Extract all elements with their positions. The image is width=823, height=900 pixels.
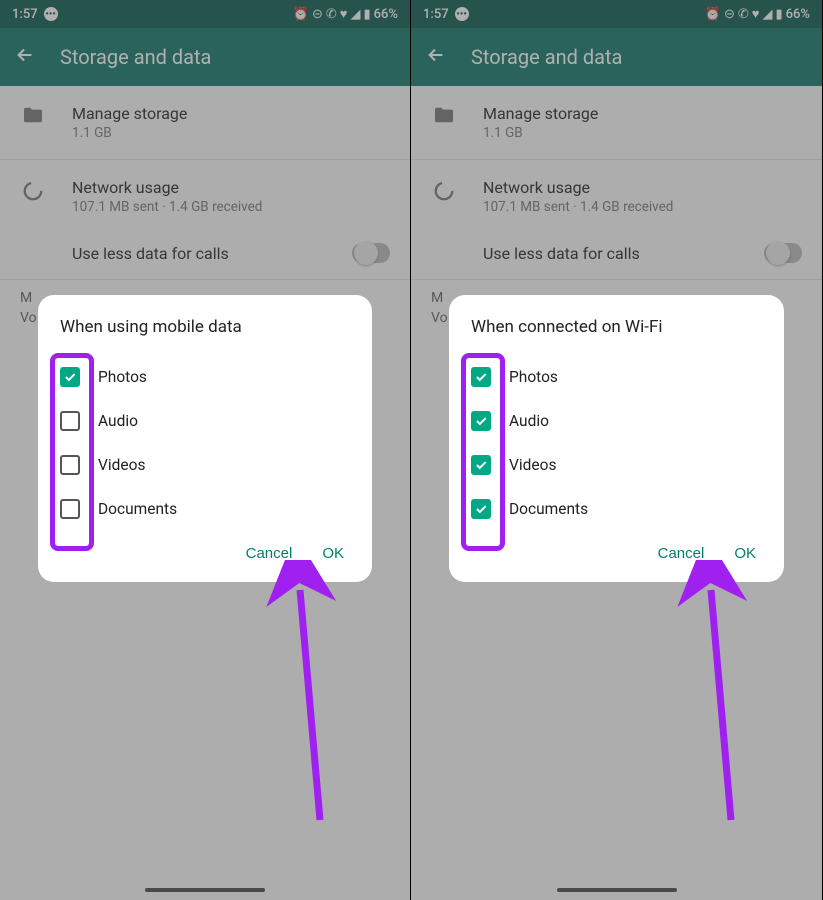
option-row[interactable]: Videos xyxy=(60,443,350,487)
cancel-button[interactable]: Cancel xyxy=(658,545,705,562)
option-label: Videos xyxy=(98,456,145,474)
checkbox-photos[interactable] xyxy=(60,367,80,387)
option-label: Videos xyxy=(509,456,556,474)
option-row[interactable]: Videos xyxy=(471,443,762,487)
dialog-title: When connected on Wi-Fi xyxy=(471,317,762,337)
checkbox-audio[interactable] xyxy=(60,411,80,431)
option-row[interactable]: Audio xyxy=(60,399,350,443)
option-row[interactable]: Audio xyxy=(471,399,762,443)
option-label: Documents xyxy=(98,500,177,518)
option-row[interactable]: Photos xyxy=(471,355,762,399)
ok-button[interactable]: OK xyxy=(734,545,756,562)
checkbox-videos[interactable] xyxy=(60,455,80,475)
checkbox-photos[interactable] xyxy=(471,367,491,387)
option-row[interactable]: Documents xyxy=(471,487,762,531)
checkbox-audio[interactable] xyxy=(471,411,491,431)
media-dialog: When connected on Wi-Fi Photos Audio Video… xyxy=(449,295,784,582)
checkbox-documents[interactable] xyxy=(60,499,80,519)
option-label: Audio xyxy=(509,412,549,430)
option-row[interactable]: Photos xyxy=(60,355,350,399)
cancel-button[interactable]: Cancel xyxy=(246,545,293,562)
phone-screenshot-right: 1:57 ••• ⏰ ⊝ ✆ ♥ ◢ ▮ 66% Storage and dat… xyxy=(411,0,822,900)
option-label: Photos xyxy=(98,368,147,386)
phone-screenshot-left: 1:57 ••• ⏰ ⊝ ✆ ♥ ◢ ▮ 66% Storage and dat… xyxy=(0,0,411,900)
media-dialog: When using mobile data Photos Audio Videos… xyxy=(38,295,372,582)
ok-button[interactable]: OK xyxy=(322,545,344,562)
checkbox-videos[interactable] xyxy=(471,455,491,475)
dialog-title: When using mobile data xyxy=(60,317,350,337)
option-label: Documents xyxy=(509,500,588,518)
option-label: Audio xyxy=(98,412,138,430)
checkbox-documents[interactable] xyxy=(471,499,491,519)
option-row[interactable]: Documents xyxy=(60,487,350,531)
option-label: Photos xyxy=(509,368,558,386)
